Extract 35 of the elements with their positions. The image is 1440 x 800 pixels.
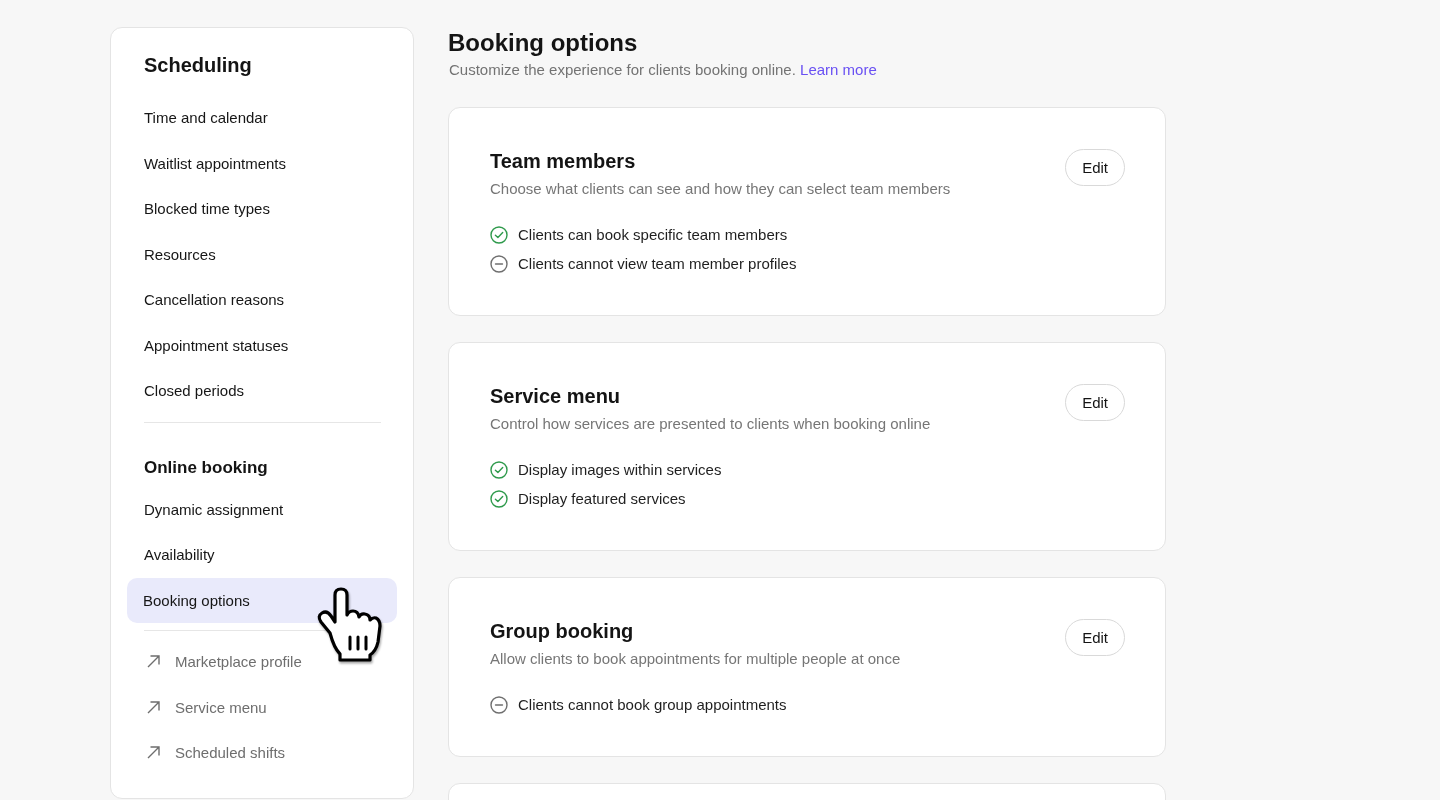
section-heading: Online booking <box>144 456 269 479</box>
sidebar-item[interactable]: Closed periods <box>127 368 397 414</box>
section-heading: Scheduling <box>144 53 253 78</box>
feature-text: Clients can book specific team members <box>518 226 788 243</box>
external-link[interactable]: Marketplace profile <box>127 639 397 685</box>
feature-text: Display featured services <box>518 490 686 507</box>
page-title: Booking options <box>448 28 639 58</box>
sidebar-item[interactable]: Availability <box>127 532 397 578</box>
card-description: Choose what clients can see and how they can select team members <box>490 179 951 199</box>
card-title: Service menu <box>490 384 622 408</box>
feature-text: Display images within services <box>518 461 722 478</box>
sidebar-item[interactable]: Time and calendar <box>127 95 397 141</box>
card-title: Group booking <box>490 619 635 643</box>
sidebar-item[interactable]: Cancellation reasons <box>127 277 397 323</box>
sidebar-item[interactable]: Blocked time types <box>127 186 397 232</box>
card-title: Team members <box>490 149 637 173</box>
arrow-up-right-icon <box>147 700 160 714</box>
sidebar-item[interactable]: Booking options <box>127 577 397 623</box>
sidebar-item[interactable]: Resources <box>127 231 397 277</box>
edit-button[interactable]: Edit <box>1065 149 1125 186</box>
edit-button[interactable]: Edit <box>1065 619 1125 656</box>
sidebar-item[interactable]: Appointment statuses <box>127 322 397 368</box>
external-link[interactable]: Service menu <box>127 684 397 730</box>
sidebar-item[interactable]: Dynamic assignment <box>127 486 397 532</box>
sidebar-item[interactable]: Waitlist appointments <box>127 140 397 186</box>
arrow-up-right-icon <box>147 655 160 669</box>
page-subtitle: Customize the experience for clients booking online. Learn more <box>449 60 878 80</box>
learn-more-link[interactable]: Learn more <box>800 61 877 78</box>
feature-text: Clients cannot book group appointments <box>518 696 787 713</box>
edit-button[interactable]: Edit <box>1065 384 1125 421</box>
card-description: Allow clients to book appointments for multiple people at once <box>490 649 901 669</box>
arrow-up-right-icon <box>147 746 160 760</box>
card-description: Control how services are presented to clients when booking online <box>490 414 931 434</box>
feature-text: Clients cannot view team member profiles <box>518 255 797 272</box>
external-link[interactable]: Scheduled shifts <box>127 730 397 776</box>
